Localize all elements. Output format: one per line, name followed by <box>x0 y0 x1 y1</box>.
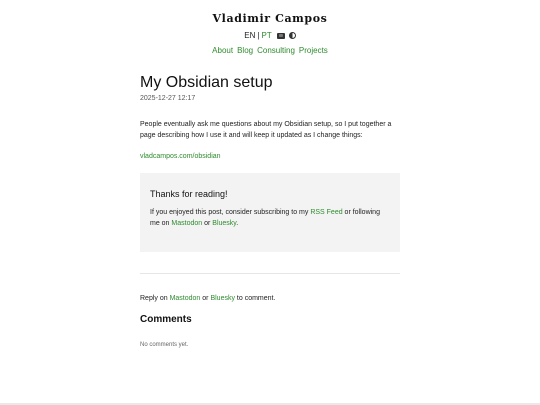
lang-pt-link[interactable]: PT <box>261 31 271 40</box>
post-date: 2025-12-27 12:17 <box>140 95 196 102</box>
theme-toggle-icon[interactable] <box>288 32 296 39</box>
nav-blog-link[interactable]: Blog <box>237 46 253 55</box>
language-switcher: EN | PT <box>0 31 540 40</box>
reply-bluesky-link[interactable]: Bluesky <box>210 295 235 302</box>
site-header: Vladimir Campos EN | PT About Blog Consu… <box>0 0 540 55</box>
thanks-text-part: or <box>202 220 213 227</box>
lang-en-label: EN <box>244 31 256 40</box>
obsidian-page-link[interactable]: vladcampos.com/obsidian <box>140 153 400 160</box>
thanks-text-part: If you enjoyed this post, consider subsc… <box>150 209 311 216</box>
page: Vladimir Campos EN | PT About Blog Consu… <box>0 0 540 405</box>
rss-feed-link[interactable]: RSS Feed <box>310 209 342 216</box>
post-body: People eventually ask me questions about… <box>140 121 392 139</box>
reply-text-part: Reply on <box>140 295 170 302</box>
site-title[interactable]: Vladimir Campos <box>0 12 540 25</box>
section-divider <box>140 273 400 274</box>
mastodon-link[interactable]: Mastodon <box>171 220 202 227</box>
bluesky-link[interactable]: Bluesky <box>212 220 236 227</box>
thanks-box: Thanks for reading! If you enjoyed this … <box>140 173 400 252</box>
reply-text-part: or <box>200 295 211 302</box>
nav-projects-link[interactable]: Projects <box>299 46 328 55</box>
rss-icon[interactable] <box>276 32 285 39</box>
reply-mastodon-link[interactable]: Mastodon <box>170 295 201 302</box>
nav-consulting-link[interactable]: Consulting <box>257 46 295 55</box>
post-content: My Obsidian setup 2025-12-27 12:17 Peopl… <box>140 74 400 348</box>
nav-about-link[interactable]: About <box>212 46 233 55</box>
thanks-text-part: . <box>236 220 239 227</box>
reply-line: Reply on Mastodon or Bluesky to comment. <box>140 295 400 302</box>
lang-separator: | <box>257 31 260 40</box>
post-title: My Obsidian setup <box>140 74 273 91</box>
no-comments-text: No comments yet. <box>140 342 189 348</box>
thanks-text: If you enjoyed this post, consider subsc… <box>150 207 390 229</box>
reply-text-part: to comment. <box>234 295 276 302</box>
thanks-title: Thanks for reading! <box>150 189 228 199</box>
comments-title: Comments <box>140 314 192 325</box>
main-nav: About Blog Consulting Projects <box>0 46 540 55</box>
